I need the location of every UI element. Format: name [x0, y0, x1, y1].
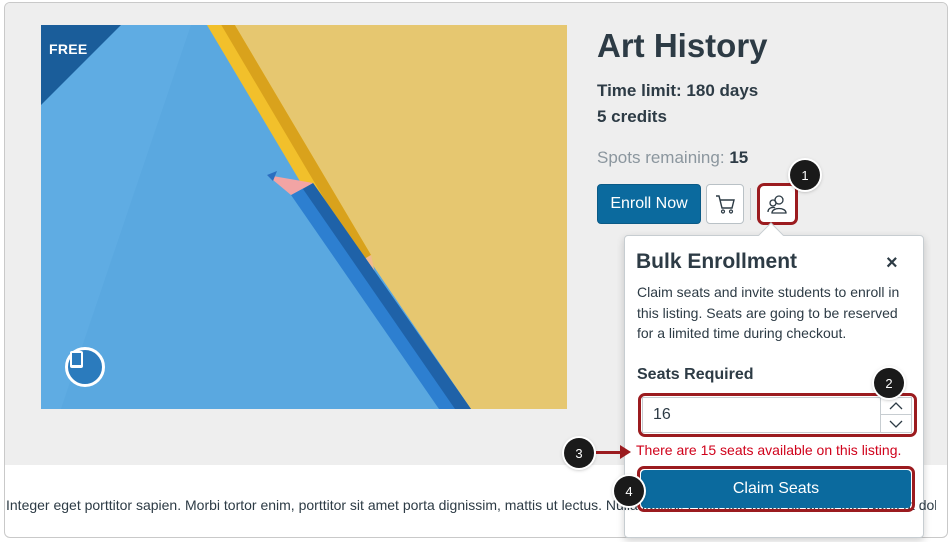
action-divider — [750, 188, 751, 220]
highlight-claim-button — [637, 466, 915, 512]
enroll-now-button[interactable]: Enroll Now — [597, 184, 701, 224]
credits: 5 credits — [597, 107, 667, 126]
add-to-cart-button[interactable] — [706, 184, 744, 224]
time-limit: Time limit: 180 days — [597, 81, 759, 100]
callout-4: 4 — [614, 476, 644, 506]
spots-label: Spots remaining: — [597, 148, 725, 167]
popover-description: Claim seats and invite students to enrol… — [637, 284, 900, 341]
callout-2: 2 — [874, 368, 904, 398]
book-icon — [70, 351, 83, 368]
annotation-arrow — [596, 451, 622, 454]
annotation-arrow-head — [620, 445, 631, 459]
highlight-bulk-button — [757, 183, 798, 225]
shopping-cart-icon — [716, 195, 735, 214]
spots-remaining: Spots remaining: 15 — [597, 148, 748, 168]
highlight-seats-input — [638, 393, 917, 437]
seats-error-message: There are 15 seats available on this lis… — [636, 442, 902, 458]
close-icon[interactable]: × — [886, 252, 898, 275]
free-badge: FREE — [49, 41, 88, 57]
callout-1: 1 — [790, 160, 820, 190]
spots-value: 15 — [729, 148, 749, 167]
popover-title: Bulk Enrollment — [636, 250, 798, 273]
pencils-illustration — [41, 25, 567, 409]
course-type-badge — [65, 347, 105, 387]
course-title: Art History — [597, 27, 768, 64]
callout-3: 3 — [564, 438, 594, 468]
course-image: FREE — [41, 25, 567, 409]
seats-required-label: Seats Required — [637, 366, 754, 383]
